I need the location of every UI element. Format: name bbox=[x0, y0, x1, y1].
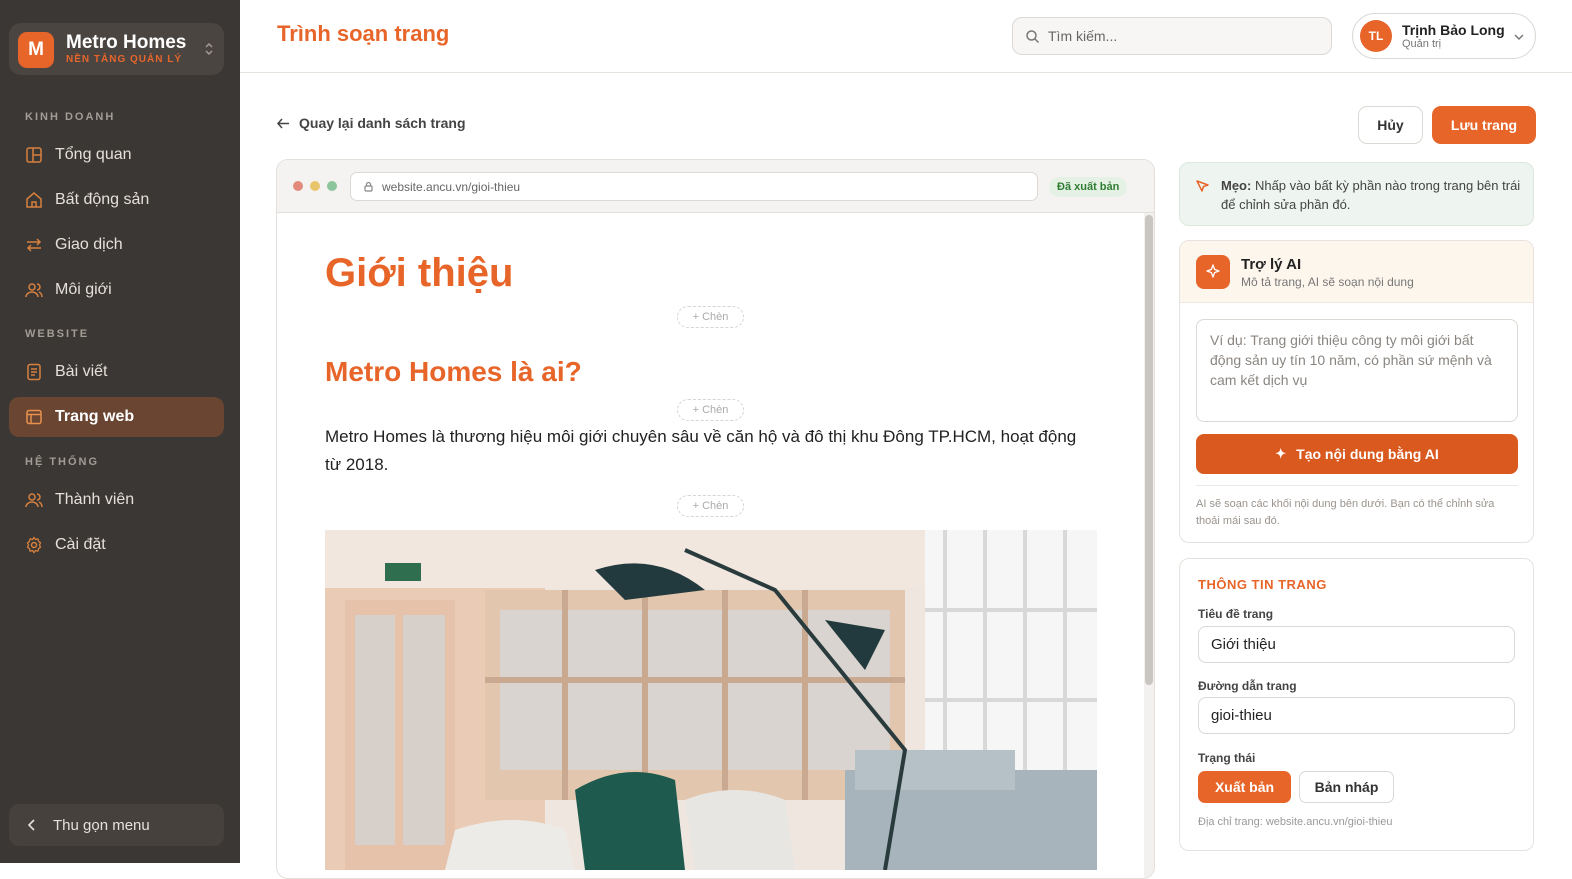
sidebar-item-label: Bất động sản bbox=[55, 191, 150, 208]
top-bar: Trình soạn trang Tìm kiếm... TL Trịnh Bả… bbox=[240, 0, 1572, 73]
tip-text: Mẹo: Nhấp vào bất kỳ phần nào trong tran… bbox=[1221, 176, 1526, 214]
sidebar-item-transactions[interactable]: Giao dịch bbox=[9, 225, 224, 265]
tip-body: Nhấp vào bất kỳ phần nào trong trang bên… bbox=[1221, 178, 1521, 212]
insert-block-button[interactable]: + Chèn bbox=[677, 306, 744, 328]
sidebar-item-label: Cài đặt bbox=[55, 536, 106, 553]
brand-logo: M bbox=[18, 32, 54, 68]
arrow-left-icon bbox=[276, 118, 289, 128]
page-preview: website.ancu.vn/gioi-thieu Đã xuất bản G… bbox=[276, 159, 1155, 879]
search-placeholder: Tìm kiếm... bbox=[1048, 28, 1118, 44]
status-badge: Đã xuất bản bbox=[1049, 177, 1128, 197]
sidebar-item-web-pages[interactable]: Trang web bbox=[9, 397, 224, 437]
collapse-menu-button[interactable]: Thu gọn menu bbox=[9, 804, 224, 846]
search-input[interactable]: Tìm kiếm... bbox=[1012, 17, 1332, 55]
window-dot-yellow bbox=[310, 181, 320, 191]
brand-name: Metro Homes bbox=[66, 32, 187, 53]
chevron-down-icon bbox=[1514, 34, 1524, 41]
users-icon bbox=[25, 283, 43, 298]
preview-scrollbar[interactable] bbox=[1144, 213, 1154, 878]
document-icon bbox=[27, 363, 41, 381]
browser-chrome: website.ancu.vn/gioi-thieu Đã xuất bản bbox=[277, 160, 1154, 213]
sidebar-item-brokers[interactable]: Môi giới bbox=[9, 270, 224, 310]
sidebar-item-label: Tổng quan bbox=[55, 146, 132, 163]
page-title: Trình soạn trang bbox=[277, 21, 450, 46]
page-info-heading: THÔNG TIN TRANG bbox=[1198, 577, 1327, 592]
scrollbar-thumb[interactable] bbox=[1145, 215, 1153, 685]
generate-ai-label: Tạo nội dung bằng AI bbox=[1296, 446, 1439, 462]
slug-field-label: Đường dẫn trang bbox=[1198, 679, 1297, 693]
page-title-field[interactable]: Giới thiệu bbox=[1198, 626, 1515, 663]
sidebar-item-settings[interactable]: Cài đặt bbox=[9, 525, 224, 565]
ai-prompt-textarea[interactable]: Ví dụ: Trang giới thiệu công ty môi giới… bbox=[1196, 319, 1518, 422]
status-publish-button[interactable]: Xuất bản bbox=[1198, 771, 1291, 803]
section-label-website: WEBSITE bbox=[25, 328, 90, 340]
home-icon bbox=[26, 192, 42, 208]
gear-icon bbox=[26, 536, 42, 554]
sidebar-item-label: Thành viên bbox=[55, 491, 135, 508]
sidebar-item-label: Bài viết bbox=[55, 363, 108, 380]
ai-assistant-panel: Trợ lý AI Mô tả trang, AI sẽ soạn nội du… bbox=[1179, 240, 1534, 543]
sidebar-item-label: Giao dịch bbox=[55, 236, 123, 253]
insert-block-button[interactable]: + Chèn bbox=[677, 495, 744, 517]
page-slug-field[interactable]: gioi-thieu bbox=[1198, 697, 1515, 734]
page-info-panel: THÔNG TIN TRANG Tiêu đề trang Giới thiệu… bbox=[1179, 558, 1534, 851]
brand-subtitle: NỀN TẢNG QUẢN LÝ bbox=[66, 54, 182, 65]
ai-panel-header: Trợ lý AI Mô tả trang, AI sẽ soạn nội du… bbox=[1180, 241, 1533, 303]
cancel-button[interactable]: Hủy bbox=[1358, 106, 1423, 144]
ai-subtitle: Mô tả trang, AI sẽ soạn nội dung bbox=[1241, 275, 1414, 289]
title-field-label: Tiêu đề trang bbox=[1198, 607, 1274, 621]
generate-ai-button[interactable]: ✦ Tạo nội dung bằng AI bbox=[1196, 434, 1518, 474]
sidebar-item-posts[interactable]: Bài viết bbox=[9, 352, 224, 392]
sidebar: M Metro Homes NỀN TẢNG QUẢN LÝ KINH DOAN… bbox=[0, 0, 240, 863]
ai-note: AI sẽ soạn các khối nội dung bên dưới. B… bbox=[1196, 498, 1495, 527]
save-button[interactable]: Lưu trang bbox=[1432, 106, 1536, 144]
section-label-system: HỆ THỐNG bbox=[25, 456, 100, 468]
lock-icon bbox=[364, 181, 373, 192]
status-field-label: Trạng thái bbox=[1198, 751, 1256, 765]
dashboard-icon bbox=[26, 147, 42, 163]
user-menu[interactable]: TL Trịnh Bảo Long Quản trị bbox=[1352, 13, 1536, 59]
section-label-business: KINH DOANH bbox=[25, 111, 116, 123]
chevron-left-icon bbox=[27, 819, 35, 831]
preview-paragraph[interactable]: Metro Homes là thương hiệu môi giới chuy… bbox=[325, 423, 1095, 479]
window-dot-green bbox=[327, 181, 337, 191]
divider bbox=[1196, 485, 1518, 486]
cursor-icon bbox=[1196, 180, 1209, 192]
preview-heading-2[interactable]: Metro Homes là ai? bbox=[325, 356, 582, 388]
user-role: Quản trị bbox=[1402, 38, 1442, 50]
insert-block-button[interactable]: + Chèn bbox=[677, 399, 744, 421]
preview-heading-1[interactable]: Giới thiệu bbox=[325, 251, 513, 296]
collapse-menu-label: Thu gọn menu bbox=[53, 816, 150, 834]
chevron-updown-icon bbox=[205, 42, 213, 56]
sparkle-icon bbox=[1206, 264, 1220, 278]
avatar: TL bbox=[1360, 20, 1392, 52]
brand-switcher[interactable]: M Metro Homes NỀN TẢNG QUẢN LÝ bbox=[9, 23, 224, 75]
back-label: Quay lại danh sách trang bbox=[299, 115, 466, 131]
back-to-list-link[interactable]: Quay lại danh sách trang bbox=[276, 115, 466, 131]
page-address-note: Địa chỉ trang: website.ancu.vn/gioi-thie… bbox=[1198, 816, 1393, 828]
url-text: website.ancu.vn/gioi-thieu bbox=[382, 179, 521, 194]
url-bar: website.ancu.vn/gioi-thieu bbox=[350, 172, 1038, 201]
ai-badge bbox=[1196, 255, 1230, 289]
users-icon bbox=[25, 493, 43, 508]
search-icon bbox=[1026, 29, 1040, 43]
sidebar-item-real-estate[interactable]: Bất động sản bbox=[9, 180, 224, 220]
ai-title: Trợ lý AI bbox=[1241, 256, 1302, 273]
sidebar-item-members[interactable]: Thành viên bbox=[9, 480, 224, 520]
sidebar-item-overview[interactable]: Tổng quan bbox=[9, 135, 224, 175]
sidebar-item-label: Trang web bbox=[55, 408, 135, 425]
status-draft-button[interactable]: Bản nháp bbox=[1299, 771, 1394, 803]
preview-office-photo[interactable] bbox=[325, 530, 1097, 870]
preview-canvas: Giới thiệu + Chèn Metro Homes là ai? + C… bbox=[277, 213, 1143, 878]
sparkle-icon: ✦ bbox=[1275, 446, 1287, 461]
user-name: Trịnh Bảo Long bbox=[1402, 22, 1505, 38]
window-dot-red bbox=[293, 181, 303, 191]
tip-banner: Mẹo: Nhấp vào bất kỳ phần nào trong tran… bbox=[1179, 162, 1534, 226]
tip-bold: Mẹo: bbox=[1221, 178, 1252, 193]
sidebar-item-label: Môi giới bbox=[55, 281, 112, 298]
transfer-icon bbox=[26, 238, 42, 252]
browser-icon bbox=[26, 409, 42, 425]
